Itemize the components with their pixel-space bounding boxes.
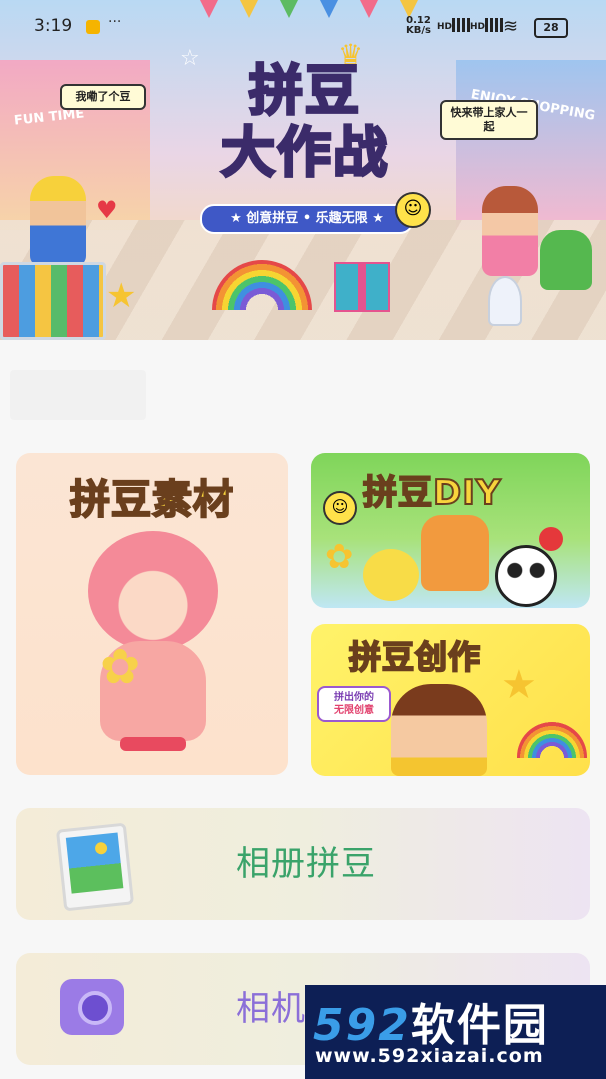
album-bead-label: 相册拼豆 xyxy=(236,844,376,884)
pixel-boy-figure xyxy=(30,176,86,266)
heart-icon: ♥ xyxy=(96,196,118,224)
pixel-girl-figure xyxy=(482,186,538,276)
rocket-figure xyxy=(488,276,522,326)
pixel-kid-figure xyxy=(391,684,487,776)
banner-title-line2: 大作战 xyxy=(220,120,389,185)
notification-app-icon xyxy=(86,20,100,34)
smiley-icon: ☺ xyxy=(395,192,431,228)
speech-bubble-right: 快来带上家人一起 xyxy=(440,100,538,140)
bead-tray xyxy=(0,262,106,340)
banner-title: 拼豆 大作战 xyxy=(180,58,430,185)
status-time: 3:19 xyxy=(34,16,73,36)
rainbow-figure xyxy=(517,722,587,758)
knitted-doll-figure xyxy=(88,531,218,651)
card-title-create: 拼豆创作 xyxy=(348,637,482,677)
star-wand-icon: ★ xyxy=(501,662,537,708)
watermark-brand: 592软件园 xyxy=(313,989,549,1053)
apple-icon xyxy=(539,527,563,551)
banner-title-line1: 拼豆 xyxy=(248,58,361,123)
battery-icon: 28 xyxy=(534,18,568,38)
card-title-materials: 拼豆素材 xyxy=(69,476,234,524)
site-watermark: 592软件园 www.592xiazai.com xyxy=(305,985,606,1079)
gift-box-figure xyxy=(334,262,390,312)
pixel-panda-figure xyxy=(495,545,557,607)
pixel-cat-figure xyxy=(421,515,489,591)
smiley-icon: ☺ xyxy=(323,491,357,525)
signal-hd-label: HD xyxy=(470,22,486,32)
camera-icon xyxy=(60,979,124,1035)
banner-slogan: ★ 创意拼豆 • 乐趣无限 ★ xyxy=(200,204,414,234)
signal-strength-icon: HD xyxy=(437,18,471,32)
badge-text-em: 无限创意 xyxy=(334,705,374,716)
flower-icon: ✿ xyxy=(325,537,354,577)
network-speed-unit: KB/s xyxy=(406,25,431,36)
album-bead-button[interactable]: 相册拼豆 xyxy=(16,808,590,920)
wifi-icon: ≋ xyxy=(503,16,519,37)
more-notifications-icon: ··· xyxy=(108,14,122,30)
creativity-badge: 拼出你的 无限创意 xyxy=(317,686,391,722)
signal-hd-label: HD xyxy=(437,22,453,32)
star-icon: ★ xyxy=(106,276,137,316)
network-speed: 0.12 KB/s xyxy=(406,16,431,36)
watermark-brand-number: 592 xyxy=(313,1000,411,1051)
watermark-brand-name: 软件园 xyxy=(410,1000,549,1051)
flower-icon: ✿ xyxy=(100,639,141,695)
pixel-dinosaur-figure xyxy=(540,230,592,290)
badge-text-pre: 拼出你的 xyxy=(334,692,374,703)
bead-diy-card[interactable]: ☺ 拼豆DIY ✿ xyxy=(311,453,590,608)
bead-materials-card[interactable]: 拼豆素材 ✿ xyxy=(16,453,288,775)
signal-strength-icon: HD xyxy=(470,18,504,32)
watermark-url: www.592xiazai.com xyxy=(315,1045,544,1067)
pixel-chick-figure xyxy=(363,549,419,601)
photo-album-icon xyxy=(55,822,135,912)
card-title-diy: 拼豆DIY xyxy=(362,472,502,514)
knitted-doll-shoes xyxy=(120,737,186,751)
bead-creation-card[interactable]: 拼豆创作 拼出你的 无限创意 ★ xyxy=(311,624,590,776)
status-bar: 3:19 ··· 0.12 KB/s HD HD ≋ 28 xyxy=(0,0,606,56)
speech-bubble-left: 我嘞了个豆 xyxy=(60,84,146,110)
empty-placeholder xyxy=(10,370,146,420)
